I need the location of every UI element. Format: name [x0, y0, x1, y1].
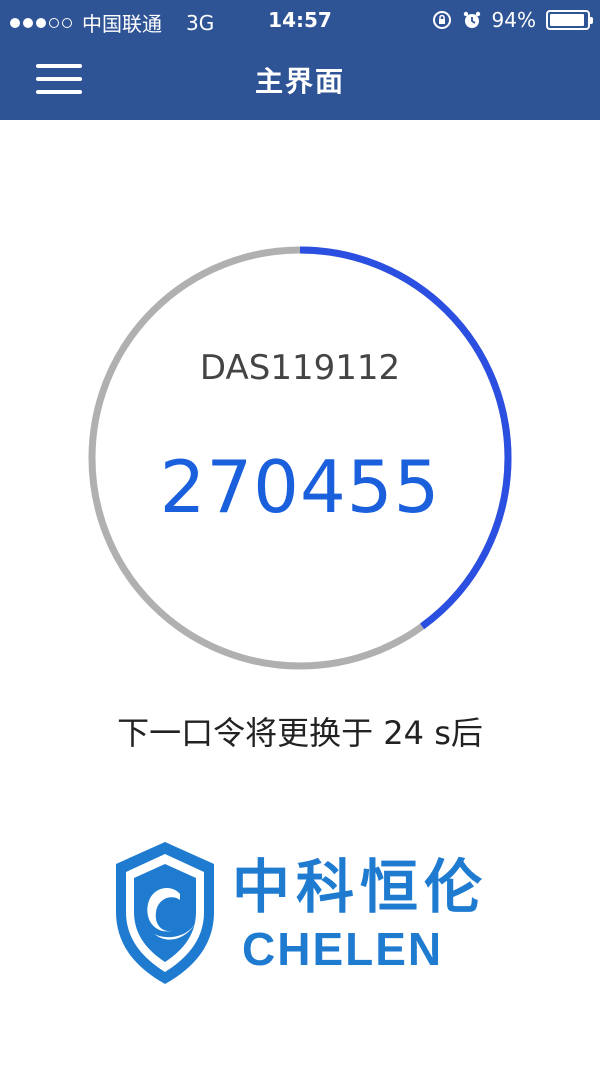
logo-text-en: CHELEN	[242, 923, 444, 975]
nav-bar: 主界面	[0, 40, 600, 120]
token-id: DAS119112	[199, 348, 401, 388]
app-screen: 中国联通 3G 14:57 94% 主界面 DAS119112 270455 下…	[0, 0, 600, 1067]
battery-icon	[546, 10, 593, 30]
company-logo: 中科恒伦 CHELEN	[110, 838, 490, 988]
shield-logo-icon	[116, 842, 214, 984]
rotation-lock-icon	[432, 11, 451, 29]
token-code: 270455	[159, 445, 441, 529]
logo-text-cn: 中科恒伦	[232, 853, 489, 921]
battery-percent: 94%	[491, 8, 536, 32]
page-title: 主界面	[254, 65, 345, 98]
countdown-text: 下一口令将更换于 24 s后	[117, 714, 483, 752]
status-right: 94%	[432, 8, 593, 32]
status-bar: 中国联通 3G 14:57 94%	[0, 0, 600, 40]
alarm-icon	[463, 11, 480, 28]
